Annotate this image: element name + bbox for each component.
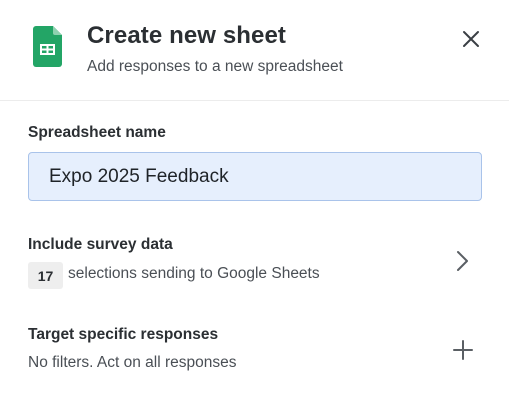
dialog-title: Create new sheet (87, 22, 287, 49)
survey-data-description: selections sending to Google Sheets (68, 265, 320, 282)
close-button[interactable] (456, 24, 486, 54)
selection-count-badge: 17 (28, 262, 63, 289)
dialog-subtitle: Add responses to a new spreadsheet (87, 58, 343, 75)
spreadsheet-name-label: Spreadsheet name (28, 124, 166, 141)
plus-icon[interactable] (451, 338, 475, 362)
spreadsheet-name-input[interactable] (28, 152, 482, 201)
target-responses-description: No filters. Act on all responses (28, 354, 237, 371)
include-survey-data-label: Include survey data (28, 236, 173, 253)
chevron-right-icon[interactable] (452, 249, 472, 273)
dialog-header: Create new sheet Add responses to a new … (0, 0, 509, 101)
target-specific-responses-label: Target specific responses (28, 326, 219, 343)
google-sheets-icon (33, 26, 62, 67)
close-icon (463, 31, 479, 47)
